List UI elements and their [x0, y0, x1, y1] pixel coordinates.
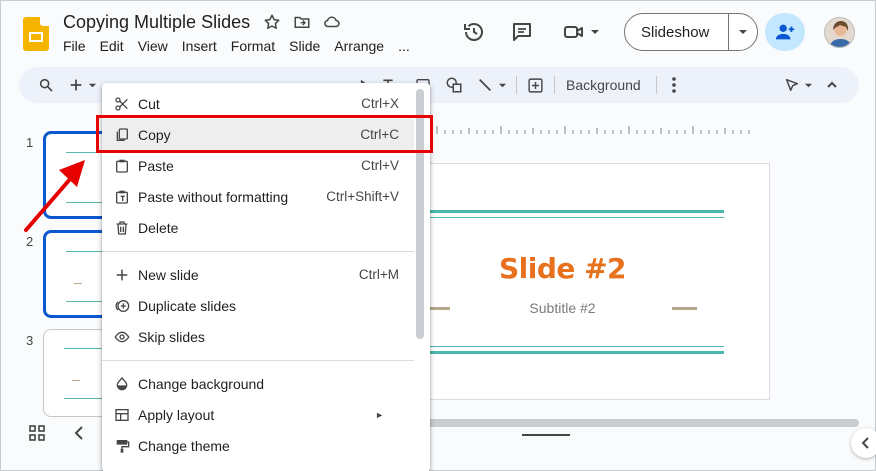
menu-format[interactable]: Format — [231, 38, 275, 54]
document-title[interactable]: Copying Multiple Slides — [63, 12, 250, 33]
menu-file[interactable]: File — [63, 38, 86, 54]
menu-item-paste-without-formatting[interactable]: Paste without formatting Ctrl+Shift+V — [102, 181, 414, 212]
scissors-icon — [114, 96, 130, 112]
add-person-icon — [775, 24, 795, 40]
avatar[interactable] — [824, 17, 855, 48]
slideshow-label: Slideshow — [641, 23, 710, 41]
layout-icon — [114, 407, 130, 423]
cloud-saved-icon[interactable] — [323, 13, 341, 36]
menu-view[interactable]: View — [138, 38, 168, 54]
chevron-down-icon[interactable] — [85, 74, 99, 96]
menu-item-paste[interactable]: Paste Ctrl+V — [102, 150, 414, 181]
slides-logo[interactable] — [23, 17, 49, 51]
comment-add-icon[interactable] — [524, 74, 546, 96]
meet-button[interactable] — [562, 20, 600, 44]
version-history-icon[interactable] — [462, 20, 486, 49]
submenu-arrow-icon: ► — [375, 409, 384, 420]
collapse-toolbar-icon[interactable] — [821, 74, 843, 96]
more-vert-icon[interactable] — [663, 74, 685, 96]
menu-more[interactable]: ... — [398, 38, 410, 54]
menu-item-apply-layout[interactable]: Apply layout ► — [102, 399, 414, 430]
chevron-down-icon — [591, 30, 599, 34]
slide-number: 1 — [26, 135, 34, 150]
highlight-box — [96, 115, 433, 153]
menu-insert[interactable]: Insert — [182, 38, 217, 54]
comments-icon[interactable] — [510, 20, 534, 49]
eye-icon — [114, 329, 130, 345]
menu-item-change-theme[interactable]: Change theme — [102, 430, 414, 461]
clipboard-icon — [114, 158, 130, 174]
menu-arrange[interactable]: Arrange — [334, 38, 384, 54]
menu-item-new-slide[interactable]: New slide Ctrl+M — [102, 259, 414, 290]
menu-item-duplicate-slides[interactable]: Duplicate slides — [102, 290, 414, 321]
slide-title[interactable]: Slide #2 — [427, 252, 698, 285]
speaker-notes-drag-handle[interactable] — [522, 434, 570, 436]
duplicate-icon — [114, 298, 130, 314]
chevron-left-icon[interactable] — [73, 425, 85, 446]
background-button[interactable]: Background — [566, 77, 641, 93]
horizontal-scrollbar[interactable] — [427, 419, 859, 427]
video-camera-icon — [564, 26, 583, 38]
menu-slide[interactable]: Slide — [289, 38, 320, 54]
shape-icon[interactable] — [443, 74, 465, 96]
pointer-mode-icon[interactable] — [781, 74, 803, 96]
line-icon[interactable] — [474, 74, 496, 96]
trash-icon — [114, 220, 130, 236]
new-slide-plus-icon[interactable] — [65, 74, 87, 96]
menu-edit[interactable]: Edit — [100, 38, 124, 54]
star-icon[interactable] — [263, 13, 281, 36]
annotation-arrow — [24, 160, 85, 232]
slideshow-dropdown[interactable] — [729, 27, 757, 37]
search-menus-icon[interactable] — [35, 74, 57, 96]
slideshow-button[interactable]: Slideshow — [624, 13, 758, 51]
side-panel-toggle[interactable] — [851, 428, 876, 458]
menu-item-delete[interactable]: Delete — [102, 212, 414, 243]
chevron-down-icon — [739, 30, 747, 34]
plus-icon — [114, 267, 130, 283]
ruler — [436, 126, 750, 134]
paint-drop-icon — [114, 376, 130, 392]
slide-subtitle[interactable]: Subtitle #2 — [427, 300, 698, 316]
move-folder-icon[interactable] — [293, 13, 311, 36]
chevron-left-icon — [861, 437, 869, 449]
slide-number: 3 — [26, 333, 34, 348]
menu-item-change-background[interactable]: Change background — [102, 368, 414, 399]
chevron-down-icon[interactable] — [495, 74, 509, 96]
share-button[interactable] — [765, 13, 805, 51]
menu-item-skip-slides[interactable]: Skip slides — [102, 321, 414, 352]
menu-bar: File Edit View Insert Format Slide Arran… — [63, 38, 424, 54]
paint-roller-icon — [114, 438, 130, 454]
grid-view-icon[interactable] — [29, 425, 45, 446]
clipboard-text-icon — [114, 189, 130, 205]
chevron-down-icon[interactable] — [801, 74, 815, 96]
slide-number: 2 — [26, 234, 34, 249]
